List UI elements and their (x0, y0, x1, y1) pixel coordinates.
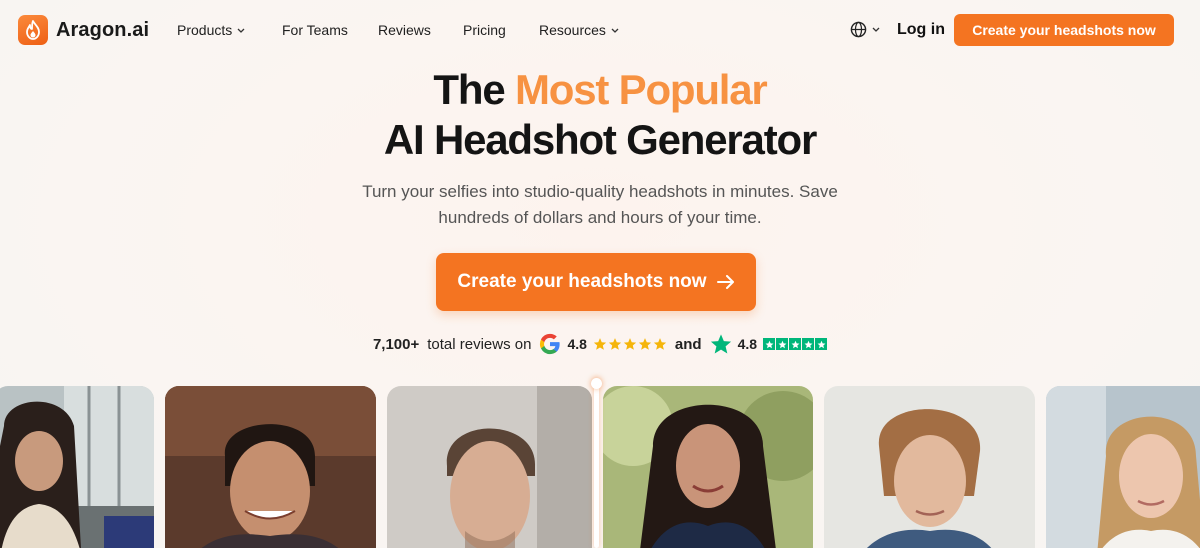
logo[interactable]: Aragon.ai (18, 15, 149, 45)
hero-subtitle-line2: hundreds of dollars and hours of your ti… (438, 208, 762, 227)
star-icon (608, 338, 622, 350)
top-navigation: Aragon.ai Products For Teams Reviews Pri… (0, 0, 1200, 62)
trustpilot-star-box (776, 338, 789, 350)
google-stars (593, 337, 667, 351)
review-count: 7,100+ (372, 335, 420, 353)
chevron-down-icon (237, 28, 245, 33)
nav-item-products[interactable]: Products (177, 22, 245, 38)
trustpilot-star-box (815, 338, 828, 350)
nav-item-label: For Teams (282, 22, 348, 38)
star-icon (638, 338, 652, 350)
ai-headshot-photo-1 (603, 386, 813, 548)
trustpilot-star-box (789, 338, 802, 350)
brand-name: Aragon.ai (56, 18, 150, 41)
nav-item-label: Resources (539, 22, 606, 38)
nav-item-for-teams[interactable]: For Teams (282, 22, 348, 38)
nav-item-resources[interactable]: Resources (539, 22, 619, 38)
reviews-summary: 7,100+ total reviews on 4.8 and 4.8 (0, 333, 1200, 355)
selfie-photo-1 (0, 386, 154, 548)
ai-headshot-photo-3 (1046, 386, 1200, 548)
login-link[interactable]: Log in (897, 21, 945, 39)
before-after-divider[interactable] (594, 378, 599, 548)
nav-create-headshots-button[interactable]: Create your headshots now (954, 14, 1174, 46)
star-icon (653, 338, 667, 350)
before-after-handle[interactable] (591, 378, 602, 389)
selfie-photo-3 (387, 386, 592, 548)
hero-title-line1: The Most Popular (0, 66, 1200, 114)
chevron-down-icon (611, 28, 619, 33)
star-icon (593, 338, 607, 350)
selfie-photo-2 (165, 386, 376, 548)
hero-subtitle-line1: Turn your selfies into studio-quality he… (362, 182, 838, 201)
nav-item-label: Pricing (463, 22, 506, 38)
nav-item-pricing[interactable]: Pricing (463, 22, 506, 38)
trustpilot-rating: 4.8 (737, 336, 758, 352)
google-icon (540, 333, 561, 355)
hero-create-headshots-button[interactable]: Create your headshots now (436, 253, 756, 311)
nav-item-label: Products (177, 22, 233, 38)
nav-item-label: Reviews (378, 22, 431, 38)
trustpilot-star-icon (710, 334, 731, 354)
hero-cta-label: Create your headshots now (457, 271, 707, 292)
ai-headshot-photo-2 (824, 386, 1035, 548)
trustpilot-stars (763, 338, 828, 350)
chevron-down-icon (872, 27, 880, 32)
hero-title-line2: AI Headshot Generator (383, 116, 817, 163)
star-icon (623, 338, 637, 350)
flame-logo-icon (18, 15, 48, 45)
hero-title-prefix: The (433, 66, 515, 113)
reviews-conjunction: and (674, 335, 702, 353)
review-label: total reviews on (427, 335, 532, 353)
trustpilot-star-box (802, 338, 815, 350)
google-rating: 4.8 (567, 336, 587, 352)
language-selector[interactable] (850, 21, 880, 38)
hero-title-highlight: Most Popular (514, 66, 768, 113)
arrow-right-icon (716, 275, 734, 289)
trustpilot-star-box (763, 338, 776, 350)
nav-item-reviews[interactable]: Reviews (378, 22, 431, 38)
globe-icon (850, 21, 867, 38)
